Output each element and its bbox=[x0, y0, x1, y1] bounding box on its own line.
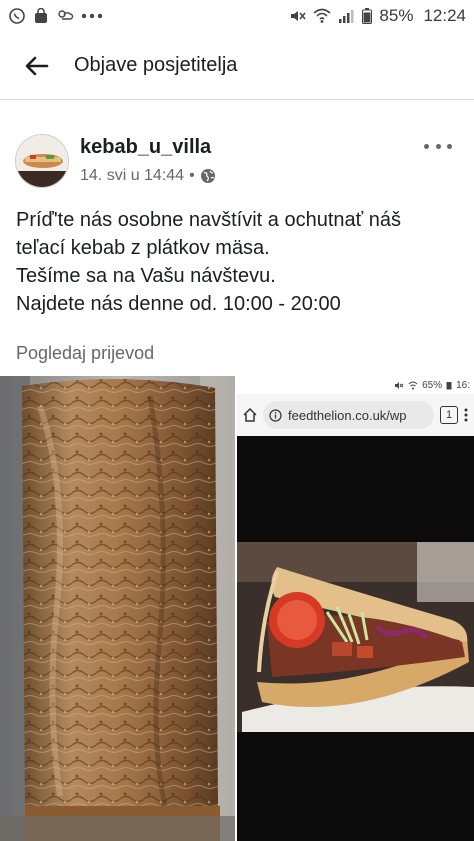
battery-percentage: 85% bbox=[379, 6, 414, 25]
signal-icon bbox=[337, 7, 355, 25]
post-body: Príď'te nás osobne navštívit a ochutnať … bbox=[16, 206, 466, 318]
whatsapp-icon bbox=[8, 7, 26, 25]
embedded-browser-bar: feedthelion.co.uk/wp 1 bbox=[237, 394, 474, 436]
arrow-left-icon bbox=[25, 56, 49, 75]
embedded-url-bar: feedthelion.co.uk/wp bbox=[263, 401, 434, 429]
embedded-tab-count: 1 bbox=[440, 406, 458, 424]
kebab-sandwich-photo[interactable]: 65% 16: feedthelion.co.uk/wp 1 bbox=[237, 376, 474, 841]
status-bar: 85% 12:24 bbox=[0, 0, 474, 32]
battery-icon bbox=[446, 381, 452, 389]
shopping-bag-icon bbox=[32, 7, 50, 25]
post-timestamp[interactable]: 14. svi u 14:44 bbox=[80, 167, 184, 185]
post-text-line: Tešíme sa na Vašu návštevu. bbox=[16, 265, 276, 287]
back-button[interactable] bbox=[22, 51, 52, 81]
meta-separator: • bbox=[189, 167, 195, 184]
embedded-battery: 65% bbox=[422, 379, 443, 391]
app-bar: Objave posjetitelja bbox=[0, 32, 474, 100]
mute-icon bbox=[395, 381, 404, 389]
more-options-button[interactable] bbox=[424, 138, 452, 154]
home-icon bbox=[243, 408, 257, 422]
post-text-line: teľací kebab z plátkov mäsa. bbox=[16, 237, 270, 259]
kebab-spit-photo[interactable] bbox=[0, 376, 235, 841]
battery-icon bbox=[361, 7, 373, 25]
avatar[interactable] bbox=[15, 134, 69, 188]
mute-icon bbox=[289, 7, 307, 25]
clock: 12:24 bbox=[423, 6, 466, 25]
post-text-line: Príď'te nás osobne navštívit a ochutnať … bbox=[16, 209, 401, 231]
embedded-status-bar: 65% 16: bbox=[237, 376, 474, 394]
more-horizontal-icon bbox=[424, 143, 429, 149]
info-icon bbox=[269, 408, 282, 422]
wifi-icon bbox=[313, 7, 331, 25]
post-text-line: Najdete nás denne od. 10:00 - 20:00 bbox=[16, 293, 341, 315]
sandwich-image bbox=[237, 542, 474, 732]
post-author[interactable]: kebab_u_villa bbox=[80, 136, 211, 159]
see-translation-link[interactable]: Pogledaj prijevod bbox=[16, 343, 154, 364]
post-header: kebab_u_villa 14. svi u 14:44 • bbox=[0, 130, 474, 192]
wifi-icon bbox=[408, 381, 418, 389]
more-vertical-icon bbox=[464, 408, 468, 422]
page-title: Objave posjetitelja bbox=[74, 54, 238, 76]
embedded-url: feedthelion.co.uk/wp bbox=[288, 407, 407, 423]
more-notifications-icon bbox=[80, 7, 104, 25]
embedded-clock: 16: bbox=[456, 379, 470, 391]
globe-icon bbox=[200, 169, 215, 183]
post-meta: 14. svi u 14:44 • bbox=[80, 167, 216, 185]
weather-icon bbox=[56, 7, 74, 25]
